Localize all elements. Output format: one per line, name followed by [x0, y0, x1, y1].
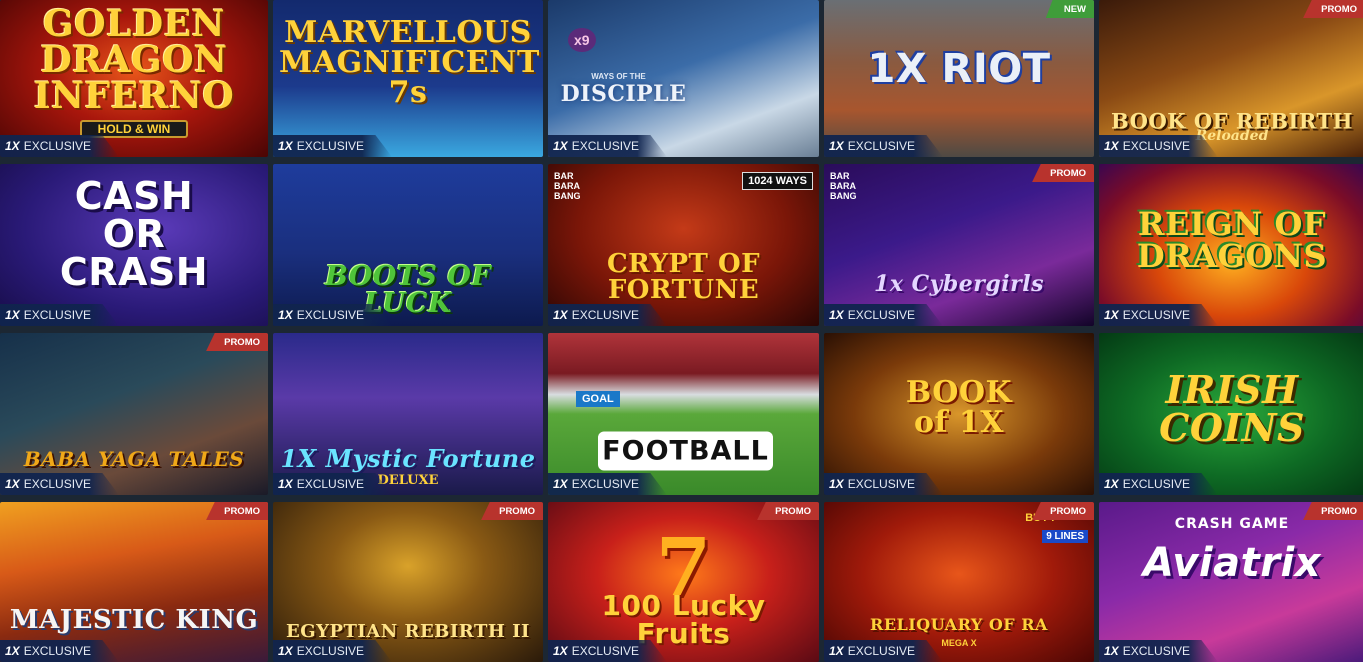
game-title: 1X RIOT [867, 46, 1051, 93]
exclusive-tag: 1X EXCLUSIVE [1099, 304, 1219, 326]
game-grid: GOLDEN DRAGON INFERNO HOLD & WIN 1X EXCLU… [0, 0, 1363, 662]
game-title: GOLDEN DRAGON INFERNO [33, 2, 235, 117]
exclusive-tag: 1X EXCLUSIVE [0, 473, 120, 495]
game-title: REIGN OF DRAGONS [1136, 205, 1328, 276]
game-tile-ways-of-the-disciple[interactable]: x9 WAYS OF THE DISCIPLE 1X EXCLUSIVE [548, 0, 819, 157]
game-title: BABA YAGA TALES [23, 447, 245, 472]
exclusive-tag: 1X EXCLUSIVE [548, 640, 668, 662]
game-title: DISCIPLE [560, 81, 687, 108]
game-tile-1x-riot[interactable]: 1X RIOT NEW 1X EXCLUSIVE [824, 0, 1094, 157]
promo-badge: PROMO [206, 333, 268, 351]
game-tile-football[interactable]: GOAL FOOTBALL 1X EXCLUSIVE [548, 333, 819, 495]
exclusive-tag: 1X EXCLUSIVE [1099, 640, 1219, 662]
game-tile-1x-mystic-fortune-deluxe[interactable]: 1X Mystic Fortune DELUXE 1X EXCLUSIVE [273, 333, 543, 495]
goal-board: GOAL [576, 391, 620, 407]
provider-label: BAR BARA BANG [554, 171, 581, 201]
provider-label: BAR BARA BANG [830, 171, 857, 201]
game-title: CRYPT OF FORTUNE [606, 249, 761, 306]
game-title: 1x Cybergirls [874, 270, 1044, 297]
game-tile-100-lucky-fruits[interactable]: 7 100 Lucky Fruits PROMO 1X EXCLUSIVE [548, 502, 819, 662]
game-tile-majestic-king[interactable]: MAJESTIC KING PROMO 1X EXCLUSIVE [0, 502, 268, 662]
promo-badge: PROMO [1032, 164, 1094, 182]
multiplier-label: x9 [568, 28, 596, 52]
promo-badge: PROMO [757, 502, 819, 520]
exclusive-tag: 1X EXCLUSIVE [273, 640, 393, 662]
ways-label: 1024 WAYS [742, 172, 813, 190]
promo-badge: PROMO [1303, 0, 1363, 18]
promo-badge: PROMO [481, 502, 543, 520]
exclusive-tag: 1X EXCLUSIVE [824, 473, 944, 495]
exclusive-tag: 1X EXCLUSIVE [273, 473, 393, 495]
game-title: MARVELLOUS MAGNIFICENT 7s [279, 14, 540, 110]
game-tile-egyptian-rebirth-ii[interactable]: EGYPTIAN REBIRTH II PROMO 1X EXCLUSIVE [273, 502, 543, 662]
game-title: CASH OR CRASH [59, 173, 209, 294]
exclusive-tag: 1X EXCLUSIVE [824, 640, 944, 662]
game-title: 100 Lucky Fruits [601, 589, 766, 651]
game-tile-golden-dragon-inferno[interactable]: GOLDEN DRAGON INFERNO HOLD & WIN 1X EXCLU… [0, 0, 268, 157]
exclusive-tag: 1X EXCLUSIVE [1099, 135, 1219, 157]
game-tile-baba-yaga-tales[interactable]: BABA YAGA TALES PROMO 1X EXCLUSIVE [0, 333, 268, 495]
promo-badge: PROMO [1032, 502, 1094, 520]
game-tile-irish-coins[interactable]: IRISH COINS 1X EXCLUSIVE [1099, 333, 1363, 495]
lines-label: 9 LINES [1042, 530, 1088, 543]
game-tile-reliquary-of-ra[interactable]: BUY F 9 LINES RELIQUARY OF RA MEGA X PRO… [824, 502, 1094, 662]
exclusive-tag: 1X EXCLUSIVE [548, 473, 668, 495]
promo-badge: PROMO [1303, 502, 1363, 520]
game-title: BOOK of 1X [905, 374, 1013, 440]
game-tile-reign-of-dragons[interactable]: REIGN OF DRAGONS 1X EXCLUSIVE [1099, 164, 1363, 326]
exclusive-tag: 1X EXCLUSIVE [824, 304, 944, 326]
exclusive-tag: 1X EXCLUSIVE [273, 135, 393, 157]
game-tile-crypt-of-fortune[interactable]: BAR BARA BANG 1024 WAYS CRYPT OF FORTUNE… [548, 164, 819, 326]
game-title: FOOTBALL [598, 431, 773, 471]
exclusive-tag: 1X EXCLUSIVE [548, 304, 668, 326]
promo-badge: PROMO [206, 502, 268, 520]
exclusive-tag: 1X EXCLUSIVE [824, 135, 944, 157]
exclusive-tag: 1X EXCLUSIVE [1099, 473, 1219, 495]
game-title: Aviatrix [1143, 539, 1321, 586]
game-tile-1x-cybergirls[interactable]: BAR BARA BANG 1x Cybergirls PROMO 1X EXCL… [824, 164, 1094, 326]
exclusive-tag: 1X EXCLUSIVE [273, 304, 393, 326]
game-tile-aviatrix[interactable]: CRASH GAME Aviatrix PROMO 1X EXCLUSIVE [1099, 502, 1363, 662]
game-tile-book-of-1x[interactable]: BOOK of 1X 1X EXCLUSIVE [824, 333, 1094, 495]
game-title: EGYPTIAN REBIRTH II [286, 620, 530, 642]
exclusive-tag: 1X EXCLUSIVE [0, 135, 120, 157]
game-title: MAJESTIC KING [9, 605, 259, 636]
game-subtitle: WAYS OF THE [591, 72, 646, 81]
game-title: IRISH COINS [1159, 367, 1305, 451]
new-badge: NEW [1045, 0, 1094, 18]
game-tile-cash-or-crash[interactable]: CASH OR CRASH 1X EXCLUSIVE [0, 164, 268, 326]
exclusive-tag: 1X EXCLUSIVE [548, 135, 668, 157]
game-tile-marvellous-magnificent-7s[interactable]: MARVELLOUS MAGNIFICENT 7s 1X EXCLUSIVE [273, 0, 543, 157]
game-title: 1X Mystic Fortune [280, 444, 536, 474]
game-title: RELIQUARY OF RA [870, 615, 1048, 635]
exclusive-tag: 1X EXCLUSIVE [0, 640, 120, 662]
exclusive-tag: 1X EXCLUSIVE [0, 304, 120, 326]
game-tile-book-of-rebirth-reloaded[interactable]: BOOK OF REBIRTH Reloaded PROMO 1X EXCLUSI… [1099, 0, 1363, 157]
game-tile-boots-of-luck[interactable]: BOOTS OF LUCK 1X EXCLUSIVE [273, 164, 543, 326]
